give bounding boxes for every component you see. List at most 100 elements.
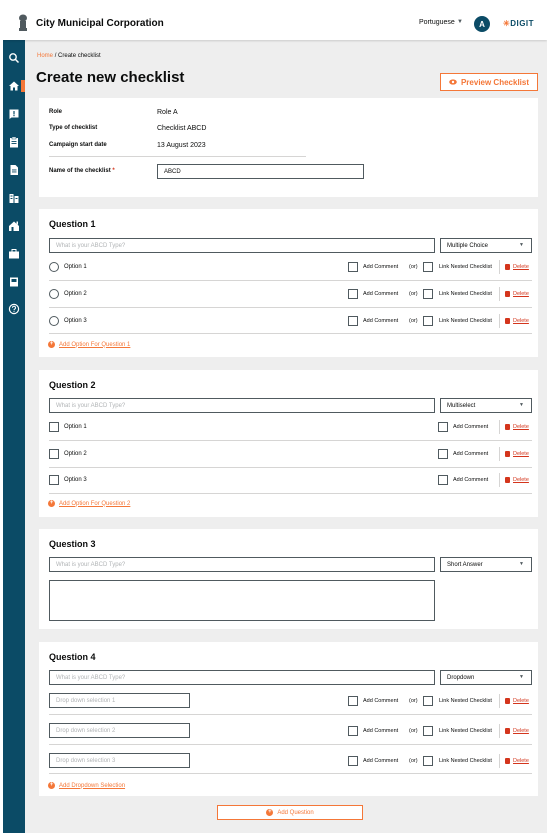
q1-option-2-delete[interactable]: Delete: [505, 291, 529, 297]
brand-logo: ✳DIGIT: [503, 19, 534, 28]
building-icon[interactable]: [8, 192, 20, 204]
sidebar: [3, 40, 25, 833]
q1-add-option-link[interactable]: + Add Option For Question 1: [48, 341, 130, 348]
q4-selection-3-comment-check[interactable]: [348, 756, 358, 766]
q2-option-2-delete[interactable]: Delete: [505, 451, 529, 457]
clipboard-icon[interactable]: [8, 136, 20, 148]
plus-icon: +: [48, 500, 55, 507]
chevron-down-icon: ▼: [519, 561, 524, 567]
q2-option-1-comment-check[interactable]: [438, 422, 448, 432]
short-answer-textarea[interactable]: [49, 580, 435, 621]
question-2-type-select[interactable]: Multiselect ▼: [440, 398, 532, 413]
help-icon[interactable]: [8, 303, 20, 315]
add-comment-label: Add Comment: [453, 477, 489, 483]
trash-icon: [505, 291, 510, 297]
q4-selection-3-nested-check[interactable]: [423, 756, 433, 766]
trash-icon: [505, 264, 510, 270]
q4-selection-3-input[interactable]: Drop down selection 3: [49, 753, 190, 768]
question-1-title: Question 1: [49, 219, 96, 229]
city-name: City Municipal Corporation: [36, 18, 164, 29]
q4-selection-3-delete[interactable]: Delete: [505, 758, 529, 764]
date-value: 13 August 2023: [157, 142, 206, 149]
role-value: Role A: [157, 109, 178, 116]
q1-option-3-nested-check[interactable]: [423, 316, 433, 326]
question-3-input[interactable]: What is your ABCD Type?: [49, 557, 435, 572]
q1-option-2-radio[interactable]: [49, 289, 59, 299]
q1-option-1-label: Option 1: [64, 264, 87, 270]
house-icon[interactable]: [8, 220, 20, 232]
chevron-down-icon[interactable]: ▼: [457, 19, 463, 25]
q4-selection-2-input[interactable]: Drop down selection 2: [49, 723, 190, 738]
delete-label: Delete: [513, 318, 529, 324]
type-value: Checklist ABCD: [157, 125, 207, 132]
trash-icon: [505, 728, 510, 734]
q4-selection-2-comment-check[interactable]: [348, 726, 358, 736]
q4-selection-2-delete[interactable]: Delete: [505, 728, 529, 734]
search-icon[interactable]: [8, 52, 20, 64]
question-1-type-select[interactable]: Multiple Choice ▼: [440, 238, 532, 253]
q2-option-3-check[interactable]: [49, 475, 59, 485]
add-comment-label: Add Comment: [453, 451, 489, 457]
or-label: (or): [409, 264, 418, 270]
breadcrumb-home-link[interactable]: Home: [37, 53, 53, 59]
q2-option-2-comment-check[interactable]: [438, 449, 448, 459]
question-3-type-value: Short Answer: [447, 561, 483, 568]
question-1-input[interactable]: What is your ABCD Type?: [49, 238, 435, 253]
question-4-input[interactable]: What is your ABCD Type?: [49, 670, 435, 685]
home-icon[interactable]: [8, 80, 20, 92]
q4-add-selection-link[interactable]: + Add Dropdown Selection: [48, 782, 125, 789]
briefcase-icon[interactable]: [8, 248, 20, 260]
q1-option-3-radio[interactable]: [49, 316, 59, 326]
q4-selection-2-nested-check[interactable]: [423, 726, 433, 736]
add-comment-label: Add Comment: [363, 758, 399, 764]
q2-option-1-check[interactable]: [49, 422, 59, 432]
q1-option-1-comment-check[interactable]: [348, 262, 358, 272]
delete-label: Delete: [513, 728, 529, 734]
q1-option-1-delete[interactable]: Delete: [505, 264, 529, 270]
q2-option-2-label: Option 2: [64, 451, 87, 457]
q1-option-1-radio[interactable]: [49, 262, 59, 272]
plus-icon: +: [48, 782, 55, 789]
q2-option-3-delete[interactable]: Delete: [505, 477, 529, 483]
delete-label: Delete: [513, 698, 529, 704]
question-4-type-select[interactable]: Dropdown ▼: [440, 670, 532, 685]
user-avatar[interactable]: A: [474, 16, 490, 32]
q2-option-1-delete[interactable]: Delete: [505, 424, 529, 430]
checklist-name-input[interactable]: ABCD: [157, 164, 364, 179]
question-3-type-select[interactable]: Short Answer ▼: [440, 557, 532, 572]
add-question-label: Add Question: [277, 809, 314, 816]
question-2-card: Question 2 What is your ABCD Type? Multi…: [39, 370, 538, 517]
preview-checklist-button[interactable]: Preview Checklist: [440, 73, 538, 91]
q1-option-1-nested-check[interactable]: [423, 262, 433, 272]
question-3-card: Question 3 What is your ABCD Type? Short…: [39, 529, 538, 629]
eye-icon: [449, 79, 457, 85]
divider: [49, 493, 532, 494]
divider: [49, 467, 532, 468]
preview-checklist-label: Preview Checklist: [460, 77, 530, 87]
q2-option-2-check[interactable]: [49, 449, 59, 459]
language-select[interactable]: Portuguese: [419, 19, 455, 26]
inbox-icon[interactable]: [8, 108, 20, 120]
add-comment-label: Add Comment: [363, 318, 399, 324]
q2-add-option-label: Add Option For Question 2: [59, 500, 131, 507]
q4-selection-1-delete[interactable]: Delete: [505, 698, 529, 704]
q1-option-2-comment-check[interactable]: [348, 289, 358, 299]
question-2-input[interactable]: What is your ABCD Type?: [49, 398, 435, 413]
q4-selection-1-nested-check[interactable]: [423, 696, 433, 706]
breadcrumb-current: Create checklist: [58, 53, 101, 59]
q1-add-option-label: Add Option For Question 1: [59, 341, 131, 348]
q1-option-3-comment-check[interactable]: [348, 316, 358, 326]
q4-selection-1-input[interactable]: Drop down selection 1: [49, 693, 190, 708]
delete-label: Delete: [513, 424, 529, 430]
document-icon[interactable]: [8, 164, 20, 176]
q1-option-2-nested-check[interactable]: [423, 289, 433, 299]
required-marker: *: [112, 168, 115, 174]
q2-option-3-comment-check[interactable]: [438, 475, 448, 485]
page-title: Create new checklist: [36, 69, 185, 86]
trash-icon: [505, 758, 510, 764]
q1-option-3-delete[interactable]: Delete: [505, 318, 529, 324]
q2-add-option-link[interactable]: + Add Option For Question 2: [48, 500, 130, 507]
add-question-button[interactable]: + Add Question: [217, 805, 363, 820]
book-icon[interactable]: [8, 276, 20, 288]
q4-selection-1-comment-check[interactable]: [348, 696, 358, 706]
